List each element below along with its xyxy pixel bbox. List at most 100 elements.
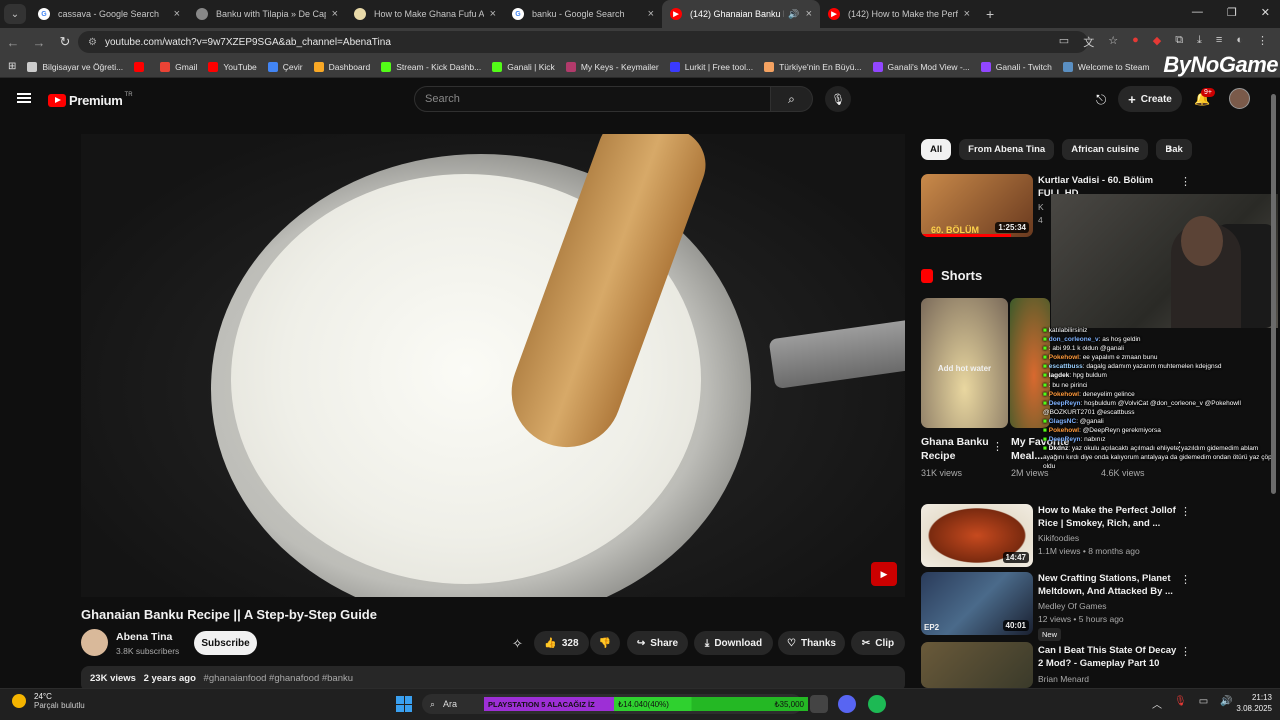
- bookmark-item[interactable]: [134, 61, 149, 72]
- forward-icon[interactable]: →: [26, 35, 52, 50]
- back-icon[interactable]: ←: [0, 35, 26, 50]
- taskbar-app-icon[interactable]: [810, 695, 828, 713]
- channel-name[interactable]: Abena Tina: [116, 631, 172, 643]
- reload-icon[interactable]: ↻: [52, 34, 78, 50]
- cast-icon[interactable]: ⎋: [1096, 92, 1106, 108]
- search-input[interactable]: Search: [414, 86, 771, 112]
- recommended-title-2[interactable]: How to Make the Perfect Jollof Rice | Sm…: [1038, 504, 1178, 530]
- more-options-icon-4[interactable]: ⋮: [1180, 645, 1191, 658]
- bookmark-item[interactable]: Ganali | Kick: [492, 61, 555, 72]
- extension-red-icon[interactable]: ●: [1132, 34, 1139, 50]
- spotify-icon[interactable]: [868, 695, 886, 713]
- bookmark-item[interactable]: Çevir: [267, 61, 303, 72]
- tab-close-icon[interactable]: ×: [174, 8, 180, 20]
- bookmark-star-icon[interactable]: ☆: [1108, 34, 1118, 50]
- channel-avatar[interactable]: [81, 629, 108, 656]
- bookmark-item[interactable]: Türkiye'nin En Büyü...: [764, 61, 862, 72]
- more-options-icon[interactable]: ⋮: [1180, 175, 1191, 188]
- hamburger-menu-icon[interactable]: [17, 93, 31, 103]
- recommended-thumbnail-3[interactable]: EP2 40:01: [921, 572, 1033, 635]
- recommended-title-4[interactable]: Can I Beat This State Of Decay 2 Mod? - …: [1038, 644, 1178, 670]
- reading-list-icon[interactable]: ≡: [1216, 34, 1222, 50]
- tab-close-icon[interactable]: ×: [964, 8, 970, 20]
- page-scrollbar[interactable]: [1271, 90, 1276, 680]
- voice-search-button[interactable]: 🎙: [825, 86, 851, 112]
- bookmark-item[interactable]: YouTube: [208, 61, 257, 72]
- chrome-menu-icon[interactable]: ⋮: [1257, 34, 1268, 50]
- dislike-button[interactable]: 👎: [590, 631, 620, 655]
- more-options-icon-2[interactable]: ⋮: [1180, 505, 1191, 518]
- profile-icon[interactable]: ◐: [1236, 34, 1243, 50]
- scrollbar-thumb[interactable]: [1271, 94, 1276, 494]
- volume-icon[interactable]: 🔊: [1220, 696, 1232, 711]
- browser-tab[interactable]: ▶ (142) Ghanaian Banku Recip 🔊 ×: [662, 0, 820, 28]
- mic-tray-icon[interactable]: 🎙: [1174, 696, 1187, 711]
- tab-close-icon[interactable]: ×: [806, 8, 812, 20]
- tab-audio-icon[interactable]: 🔊: [788, 9, 799, 20]
- bookmark-item[interactable]: Lurkit | Free tool...: [669, 61, 753, 72]
- recommended-thumbnail-4[interactable]: [921, 642, 1033, 688]
- browser-tab[interactable]: Gbanku - Google Search ×: [504, 0, 662, 28]
- extension-red-2-icon[interactable]: ◆: [1153, 34, 1161, 50]
- maximize-icon[interactable]: ❐: [1227, 6, 1237, 19]
- thanks-button[interactable]: ♡ Thanks: [778, 631, 845, 655]
- tray-chevron-icon[interactable]: ︿: [1152, 696, 1162, 711]
- bookmark-item[interactable]: Stream - Kick Dashb...: [381, 61, 481, 72]
- browser-tab[interactable]: Gcassava - Google Search ×: [30, 0, 188, 28]
- taskbar-clock[interactable]: 21:13 3.08.2025: [1232, 692, 1272, 714]
- short-title[interactable]: Ghana Banku Recipe: [921, 435, 1001, 463]
- bookmark-item[interactable]: My Keys - Keymailer: [565, 61, 659, 72]
- discord-icon[interactable]: [838, 695, 856, 713]
- recommended-thumbnail-2[interactable]: 14:47: [921, 504, 1033, 567]
- bookmark-item[interactable]: Dashboard: [313, 61, 370, 72]
- subscribe-watermark-icon[interactable]: ▶: [871, 562, 897, 586]
- url-bar[interactable]: ⚙ youtube.com/watch?v=9w7XZEP9SGA&ab_cha…: [78, 31, 1088, 53]
- tab-close-icon[interactable]: ×: [648, 8, 654, 20]
- network-icon[interactable]: ▭: [1199, 696, 1208, 711]
- user-avatar[interactable]: [1229, 88, 1250, 109]
- tab-close-icon[interactable]: ×: [490, 8, 496, 20]
- short-more-icon[interactable]: ⋮: [992, 440, 1003, 453]
- youtube-premium-logo[interactable]: Premium TR: [48, 92, 133, 108]
- filter-chip[interactable]: Bak: [1156, 139, 1192, 160]
- extensions-puzzle-icon[interactable]: ⧉: [1175, 34, 1183, 50]
- create-button[interactable]: + Create: [1118, 86, 1182, 112]
- install-app-icon[interactable]: ▭: [1059, 34, 1069, 50]
- weather-widget[interactable]: 24°C Parçalı bulutlu: [12, 692, 85, 710]
- recommended-thumbnail[interactable]: 60. BÖLÜM 1:25:34: [921, 174, 1033, 237]
- filter-chip[interactable]: From Abena Tina: [959, 139, 1055, 160]
- tab-search-button[interactable]: ⌄: [4, 4, 26, 24]
- filter-chip[interactable]: All: [921, 139, 952, 160]
- more-options-icon-3[interactable]: ⋮: [1180, 573, 1191, 586]
- tab-close-icon[interactable]: ×: [332, 8, 338, 20]
- download-button[interactable]: ⤓ Download: [694, 631, 773, 655]
- bookmark-item[interactable]: Ganali - Twitch: [980, 61, 1052, 72]
- filter-chip[interactable]: African cuisine: [1062, 139, 1149, 160]
- browser-tab[interactable]: How to Make Ghana Fufu And ×: [346, 0, 504, 28]
- share-button[interactable]: ↪ Share: [627, 631, 688, 655]
- new-tab-button[interactable]: +: [986, 6, 994, 22]
- bookmark-item[interactable]: Bilgisayar ve Öğreti...: [27, 61, 123, 72]
- chip-next-icon[interactable]: ›: [1168, 143, 1172, 155]
- download-icon[interactable]: ⤓: [1197, 34, 1202, 50]
- subscribe-button[interactable]: Subscribe: [194, 631, 257, 655]
- apps-grid-icon[interactable]: ⊞: [8, 61, 16, 72]
- bookmark-item[interactable]: Welcome to Steam: [1062, 61, 1150, 72]
- browser-tab[interactable]: Banku with Tilapia » De Capital ×: [188, 0, 346, 28]
- site-info-icon[interactable]: ⚙: [88, 37, 97, 48]
- close-window-icon[interactable]: ✕: [1261, 6, 1270, 19]
- clip-button[interactable]: ✂ Clip: [851, 631, 905, 655]
- browser-tab[interactable]: ▶ (142) How to Make the Perfect ×: [820, 0, 978, 28]
- short-thumbnail[interactable]: Add hot water: [921, 298, 1008, 428]
- search-button[interactable]: ⌕: [771, 86, 813, 112]
- video-player[interactable]: ▶: [81, 134, 905, 597]
- bookmark-item[interactable]: Gmail: [160, 61, 197, 72]
- windows-start-icon[interactable]: [396, 696, 412, 712]
- minimize-icon[interactable]: —: [1192, 6, 1203, 19]
- translate-icon[interactable]: 文: [1083, 34, 1094, 50]
- like-button[interactable]: 👍 328: [534, 631, 589, 655]
- bookmark-item[interactable]: Ganali's Mod View -...: [872, 61, 970, 72]
- hashtags[interactable]: #ghanaianfood #ghanafood #banku: [204, 673, 354, 684]
- ai-sparkle-icon[interactable]: ✧: [512, 636, 523, 652]
- recommended-title-3[interactable]: New Crafting Stations, Planet Meltdown, …: [1038, 572, 1178, 598]
